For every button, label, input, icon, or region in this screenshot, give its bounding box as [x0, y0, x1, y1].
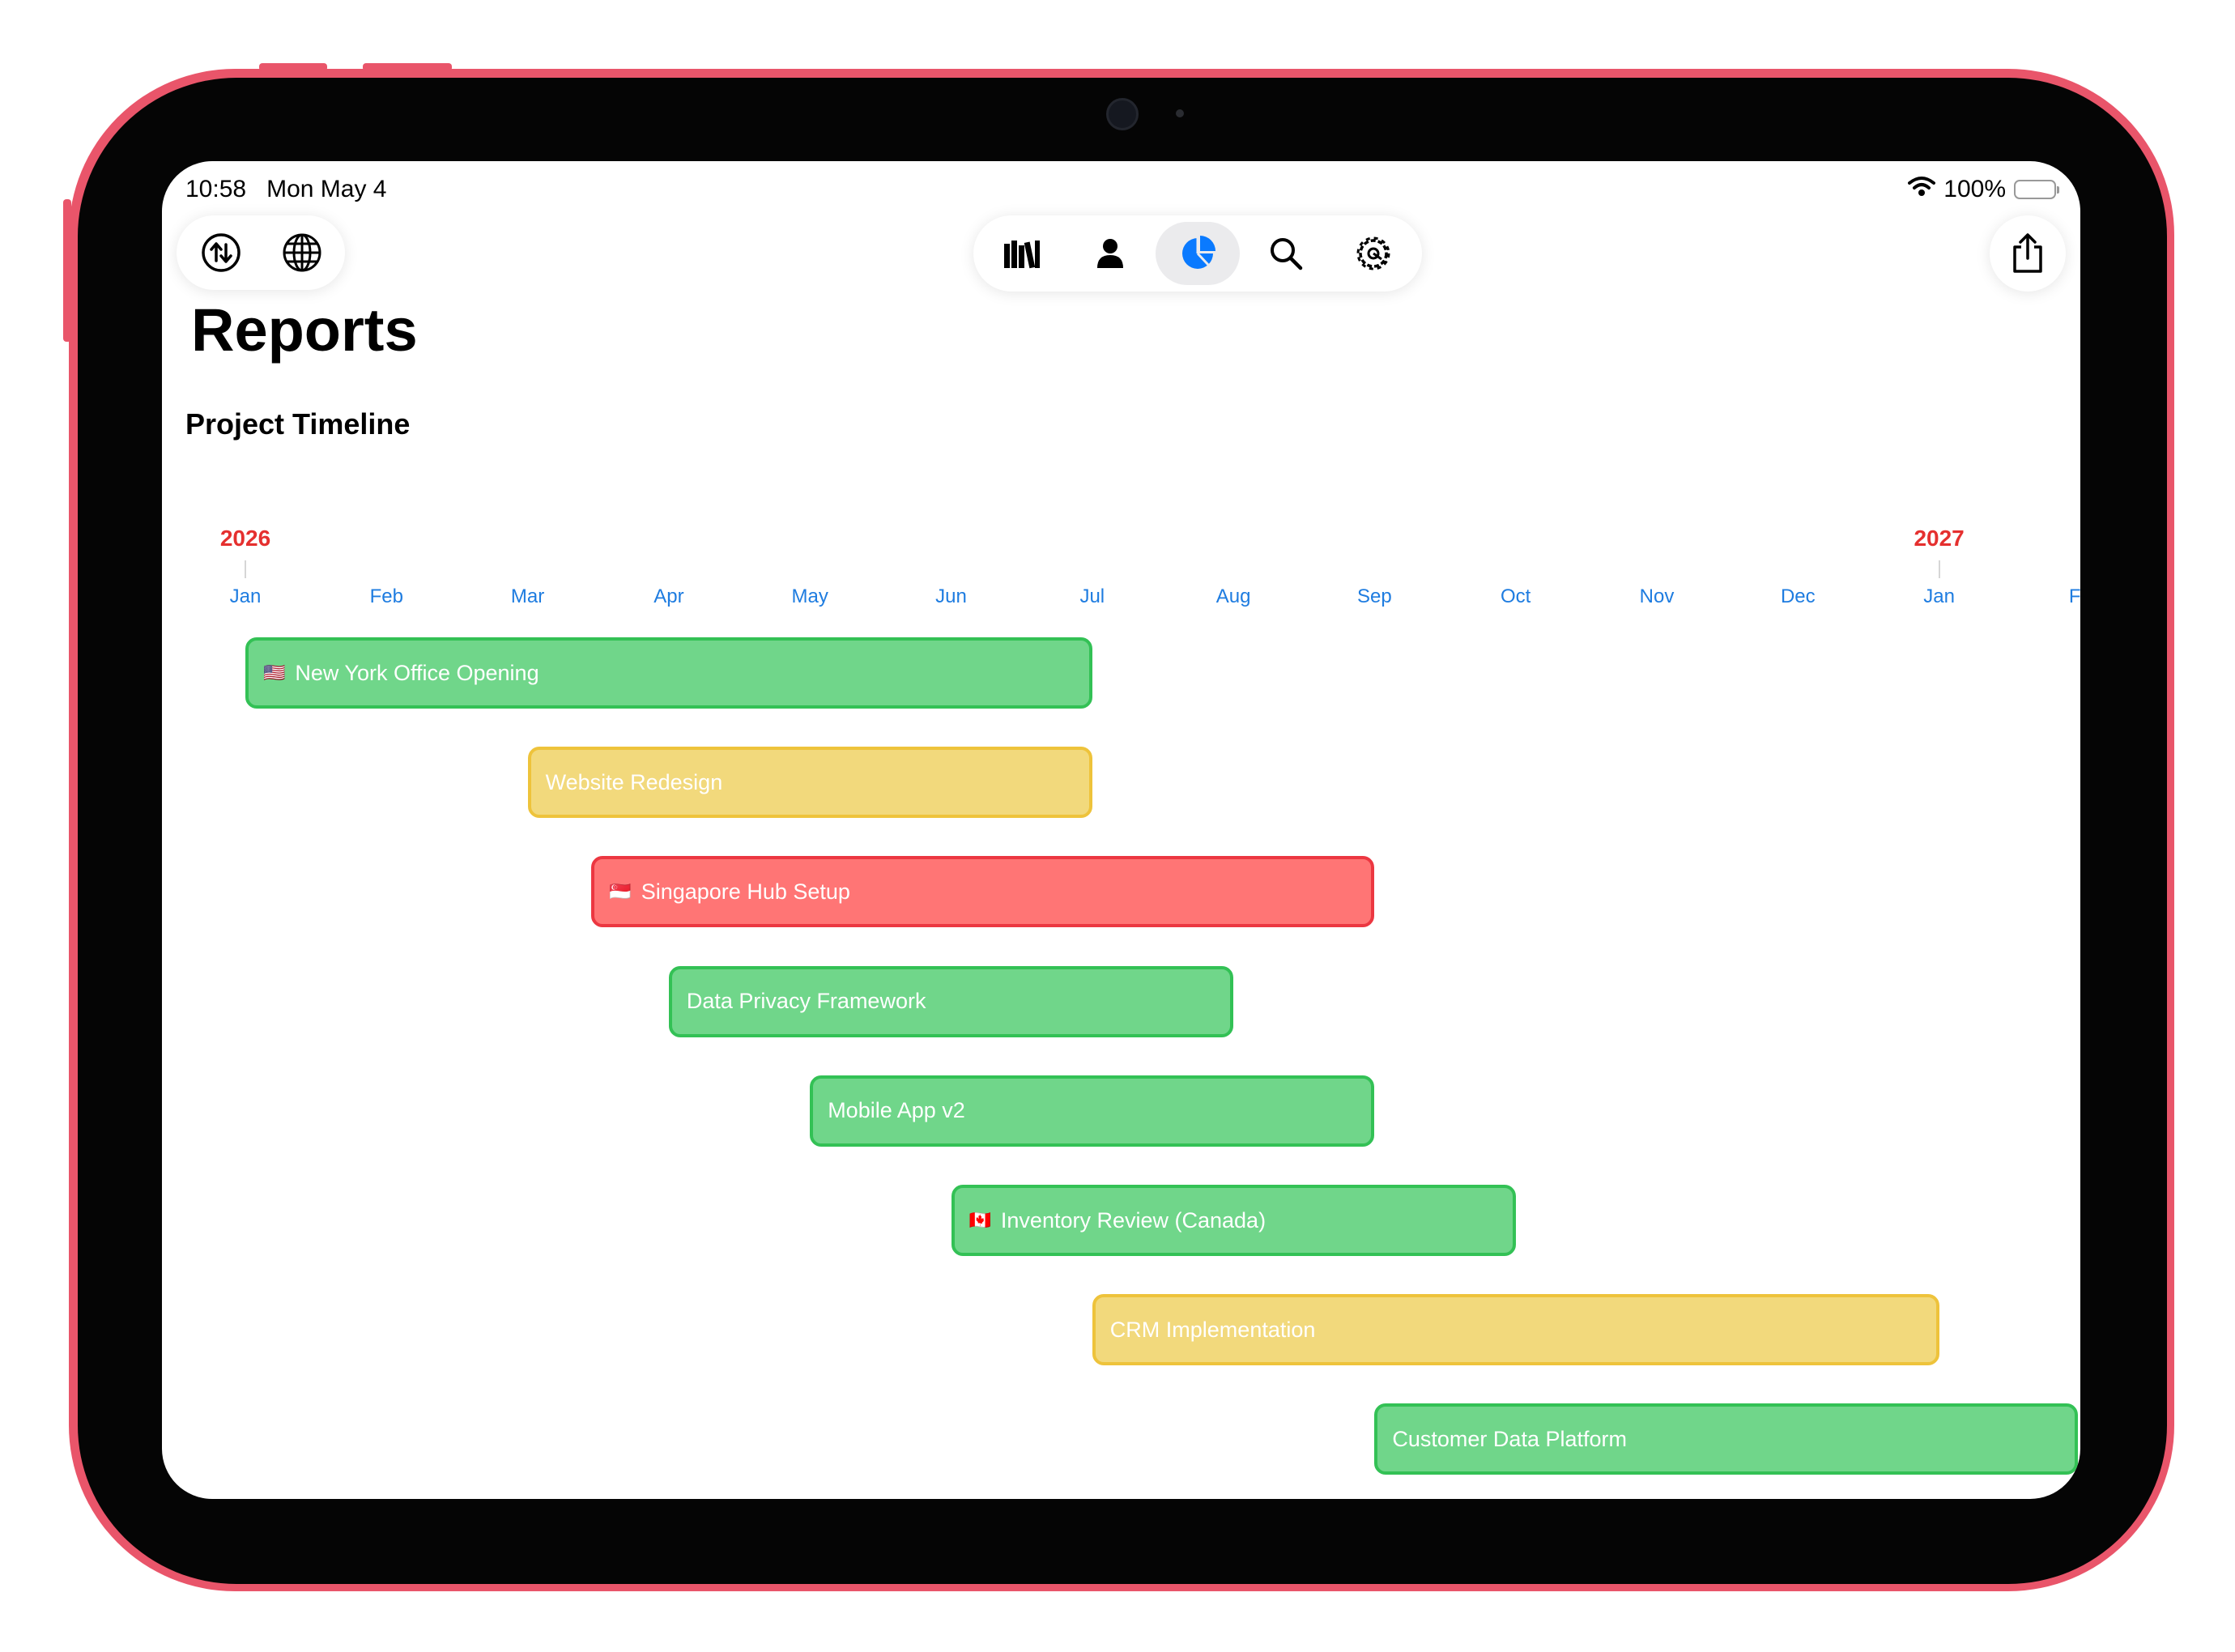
month-label: Dec	[1780, 585, 1816, 607]
flag-icon: 🇨🇦	[968, 1210, 991, 1230]
timeline-bar-label: CRM Implementation	[1109, 1317, 1316, 1342]
timeline-bar[interactable]: 🇺🇸 New York Office Opening	[245, 637, 1092, 709]
timeline-bar[interactable]: Mobile App v2	[810, 1075, 1375, 1147]
timeline-bar[interactable]: CRM Implementation	[1092, 1294, 1939, 1366]
year-tick	[245, 560, 246, 578]
project-timeline-chart: 2026 2027 Jan Feb Mar Apr May Jun Jul Aug Sep Oct No…	[162, 161, 2080, 1499]
month-label: Sep	[1357, 585, 1392, 607]
flag-icon: 🇸🇬	[609, 881, 632, 902]
timeline-bar-label: Singapore Hub Setup	[641, 879, 850, 904]
hardware-button	[259, 63, 327, 71]
year-tick	[1938, 560, 1940, 578]
timeline-bar[interactable]: Customer Data Platform	[1374, 1403, 2078, 1475]
timeline-bar[interactable]: Data Privacy Framework	[668, 965, 1234, 1037]
month-label: Jul	[1079, 585, 1105, 607]
timeline-bar-label: Customer Data Platform	[1392, 1426, 1627, 1451]
hardware-button	[63, 199, 71, 342]
camera-sensor	[1176, 109, 1184, 117]
month-label: Feb	[369, 585, 403, 607]
timeline-bar-label: Data Privacy Framework	[686, 989, 926, 1014]
month-label: Jun	[935, 585, 967, 607]
timeline-bar[interactable]: 🇸🇬 Singapore Hub Setup	[591, 856, 1375, 928]
front-camera	[1106, 98, 1139, 130]
month-label: Fe	[2068, 585, 2080, 607]
app-screen: 10:58 Mon May 4 100% Reports Project Tim…	[162, 161, 2080, 1499]
year-label: 2027	[1914, 526, 1965, 551]
month-label: Oct	[1501, 585, 1531, 607]
hardware-button	[363, 63, 452, 71]
timeline-bar[interactable]: Website Redesign	[527, 747, 1092, 819]
month-label: Jan	[229, 585, 262, 607]
timeline-bar-label: Mobile App v2	[828, 1098, 965, 1123]
timeline-bar-label: Website Redesign	[545, 769, 723, 794]
timeline-bar-label: Inventory Review (Canada)	[1000, 1207, 1266, 1233]
timeline-bar-label: New York Office Opening	[295, 660, 539, 685]
flag-icon: 🇺🇸	[263, 662, 286, 683]
month-label: Nov	[1639, 585, 1675, 607]
month-label: Jan	[1923, 585, 1955, 607]
month-label: Aug	[1215, 585, 1251, 607]
month-label: Apr	[653, 585, 684, 607]
year-label: 2026	[219, 526, 271, 551]
timeline-bar[interactable]: 🇨🇦 Inventory Review (Canada)	[951, 1185, 1516, 1256]
month-label: May	[791, 585, 828, 607]
month-label: Mar	[510, 585, 545, 607]
